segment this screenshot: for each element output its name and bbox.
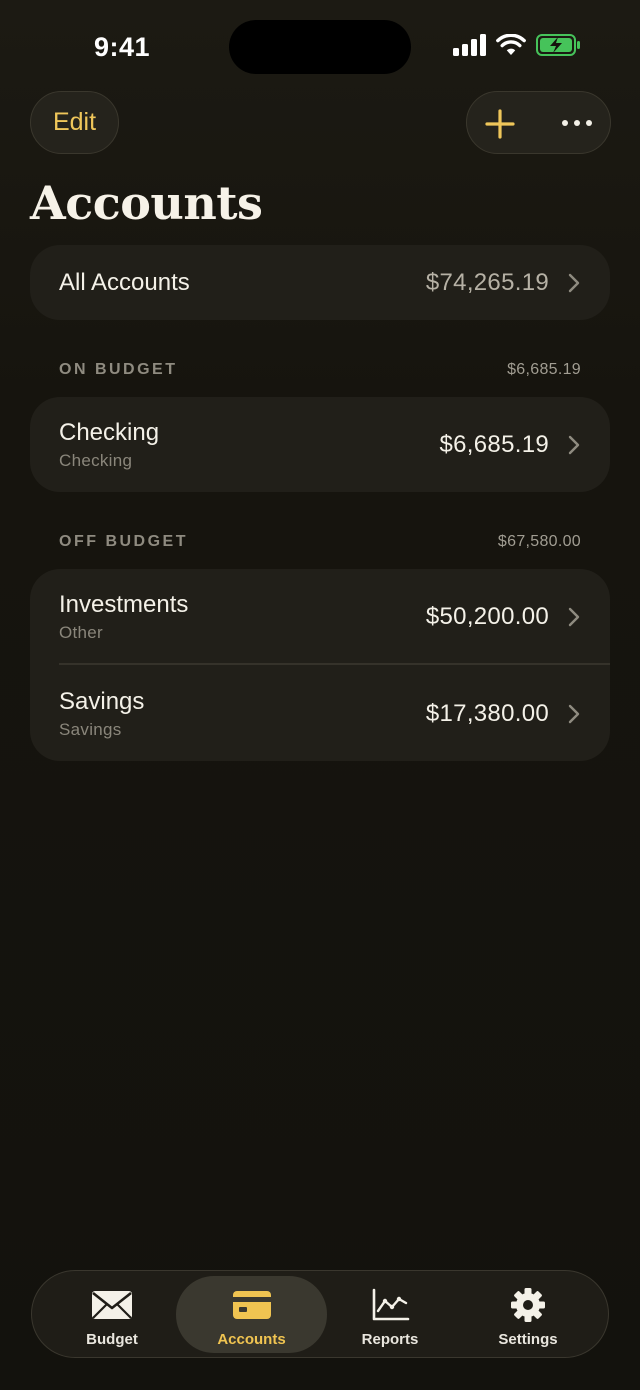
chevron-right-icon xyxy=(568,435,580,455)
chevron-right-icon xyxy=(568,273,580,293)
account-row-investments[interactable]: Investments Other $50,200.00 xyxy=(30,569,610,664)
off-budget-total: $67,580.00 xyxy=(497,533,581,550)
tab-label: Reports xyxy=(361,1331,419,1348)
off-budget-header: OFF BUDGET $67,580.00 xyxy=(59,533,581,557)
all-accounts-amount: $74,265.19 xyxy=(425,269,549,296)
ellipsis-icon[interactable] xyxy=(555,110,599,136)
ellipsis-dot xyxy=(574,120,580,126)
accounts-screen: 9:41 Edit Accounts All Accounts $74,265.… xyxy=(0,0,640,1390)
on-budget-label: ON BUDGET xyxy=(59,361,178,378)
account-balance: $50,200.00 xyxy=(425,603,549,630)
account-name: Investments xyxy=(59,591,189,618)
all-accounts-row[interactable]: All Accounts $74,265.19 xyxy=(30,245,610,320)
tab-label: Accounts xyxy=(217,1331,286,1348)
tab-label: Settings xyxy=(498,1331,558,1348)
off-budget-label: OFF BUDGET xyxy=(59,533,188,550)
on-budget-total: $6,685.19 xyxy=(507,361,581,378)
tab-bar: Budget Accounts Reports Settings xyxy=(31,1270,609,1358)
edit-button[interactable]: Edit xyxy=(30,91,119,154)
envelope-icon xyxy=(92,1291,132,1319)
status-bar: 9:41 xyxy=(0,0,640,96)
chevron-right-icon xyxy=(568,607,580,627)
chart-icon xyxy=(372,1288,410,1321)
plus-icon[interactable] xyxy=(481,105,519,143)
ellipsis-dot xyxy=(586,120,592,126)
account-type: Savings xyxy=(59,720,122,739)
on-budget-header: ON BUDGET $6,685.19 xyxy=(59,361,581,385)
all-accounts-content: All Accounts $74,265.19 xyxy=(30,245,610,320)
off-budget-card: Investments Other $50,200.00 Savings Sav… xyxy=(30,569,610,761)
account-name: Savings xyxy=(59,688,145,715)
card-icon xyxy=(232,1291,271,1319)
tab-accounts[interactable]: Accounts xyxy=(176,1276,327,1353)
all-accounts-label: All Accounts xyxy=(59,269,190,296)
tab-budget[interactable]: Budget xyxy=(42,1276,182,1353)
status-time: 9:41 xyxy=(94,32,151,62)
ellipsis-dot xyxy=(562,120,568,126)
status-icons xyxy=(452,34,582,56)
tab-reports[interactable]: Reports xyxy=(320,1276,460,1353)
tab-settings[interactable]: Settings xyxy=(458,1276,598,1353)
battery-charging-icon xyxy=(536,34,580,56)
cellular-signal-icon xyxy=(453,34,486,56)
account-balance: $6,685.19 xyxy=(439,431,549,458)
account-type: Checking xyxy=(59,451,133,470)
account-row-savings[interactable]: Savings Savings $17,380.00 xyxy=(30,666,610,761)
on-budget-card: Checking Checking $6,685.19 xyxy=(30,397,610,492)
tab-label: Budget xyxy=(86,1331,138,1348)
gear-icon xyxy=(511,1288,545,1322)
header-actions xyxy=(466,91,611,154)
account-balance: $17,380.00 xyxy=(425,700,549,727)
chevron-right-icon xyxy=(568,704,580,724)
page-title: Accounts xyxy=(30,176,263,230)
wifi-icon xyxy=(496,34,526,55)
account-type: Other xyxy=(59,623,104,642)
account-name: Checking xyxy=(59,419,160,446)
row-divider xyxy=(59,663,610,665)
dynamic-island xyxy=(229,20,411,74)
account-row-checking[interactable]: Checking Checking $6,685.19 xyxy=(30,397,610,492)
